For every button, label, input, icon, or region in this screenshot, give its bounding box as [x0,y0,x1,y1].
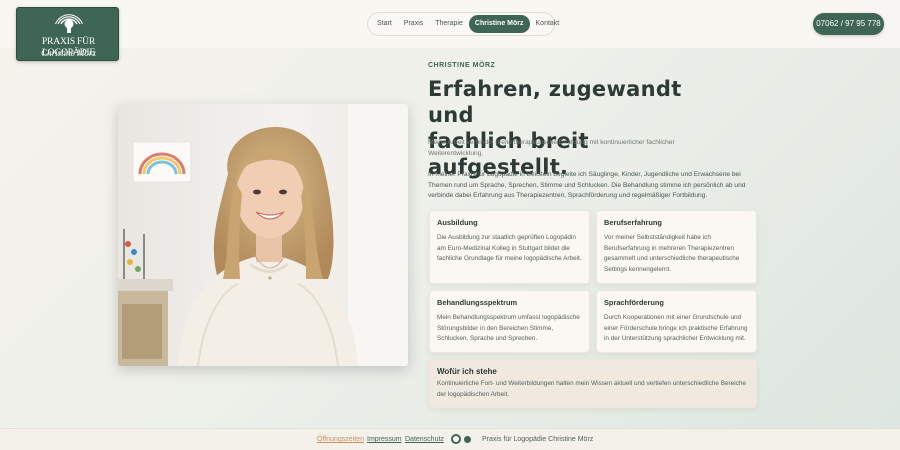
card-title: Ausbildung [437,218,478,227]
card-berufserfahrung: Berufserfahrung Vor meiner Selbstständig… [596,210,757,284]
practice-logo[interactable]: PRAXIS FÜR LOGOPÄDIE Christine Mörz [16,7,119,61]
nav-item-therapie[interactable]: Therapie [429,15,469,33]
card-text: Vor meiner Selbstständigkeit habe ich Be… [604,234,740,273]
card-behandlungsspektrum: Behandlungsspektrum Mein Behandlungsspek… [429,290,590,353]
nav-item-praxis[interactable]: Praxis [398,15,429,33]
phone-button[interactable]: 07062 / 97 95 778 [813,13,884,35]
head-soundwave-icon [55,14,83,33]
nav-item-christine-moerz[interactable]: Christine Mörz [468,15,530,33]
nav-item-kontakt[interactable]: Kontakt [530,15,566,33]
card-text: Mein Behandlungsspektrum umfasst logopäd… [437,314,580,343]
headline-line-1: Erfahren, zugewandt und [428,77,682,127]
main-navigation: Start Praxis Therapie Christine Mörz Kon… [367,12,559,36]
theme-toggle-dark-icon[interactable] [464,436,471,443]
lead-text: Meine Arbeit verbindet breite therapeuti… [428,139,675,157]
footer-link-impressum[interactable]: Impressum [367,436,402,443]
footer: Öffnungszeiten Impressum Datenschutz Pra… [0,428,900,450]
card-title: Behandlungsspektrum [437,298,518,307]
card-title: Wofür ich stehe [437,367,497,376]
nav-item-start[interactable]: Start [371,15,398,33]
card-title: Berufserfahrung [604,218,662,227]
footer-link-oeffnungszeiten[interactable]: Öffnungszeiten [317,436,364,443]
footer-link-datenschutz[interactable]: Datenschutz [405,436,444,443]
card-sprachfoerderung: Sprachförderung Durch Kooperationen mit … [596,290,757,353]
card-text: Die Ausbildung zur staatlich geprüften L… [437,234,582,263]
card-title: Sprachförderung [604,298,664,307]
footer-copyright: Praxis für Logopädie Christine Mörz [482,436,594,443]
portrait-image [118,104,408,366]
card-wofuer-ich-stehe: Wofür ich stehe Kontinuierliche Fort- un… [429,359,757,408]
section-eyebrow: CHRISTINE MÖRZ [428,62,496,69]
intro-text: In meiner Praxis für Logopädie in Beilst… [428,171,746,199]
card-ausbildung: Ausbildung Die Ausbildung zur staatlich … [429,210,590,284]
card-text: Durch Kooperationen mit einer Grundschul… [604,314,748,343]
card-text: Kontinuierliche Fort- und Weiterbildunge… [437,380,746,398]
logo-signature: Christine Mörz [41,48,96,58]
theme-toggle-light-icon[interactable] [451,434,461,444]
portrait-photo [118,104,408,366]
page-headline: Erfahren, zugewandt und fachlich breit a… [428,76,728,180]
